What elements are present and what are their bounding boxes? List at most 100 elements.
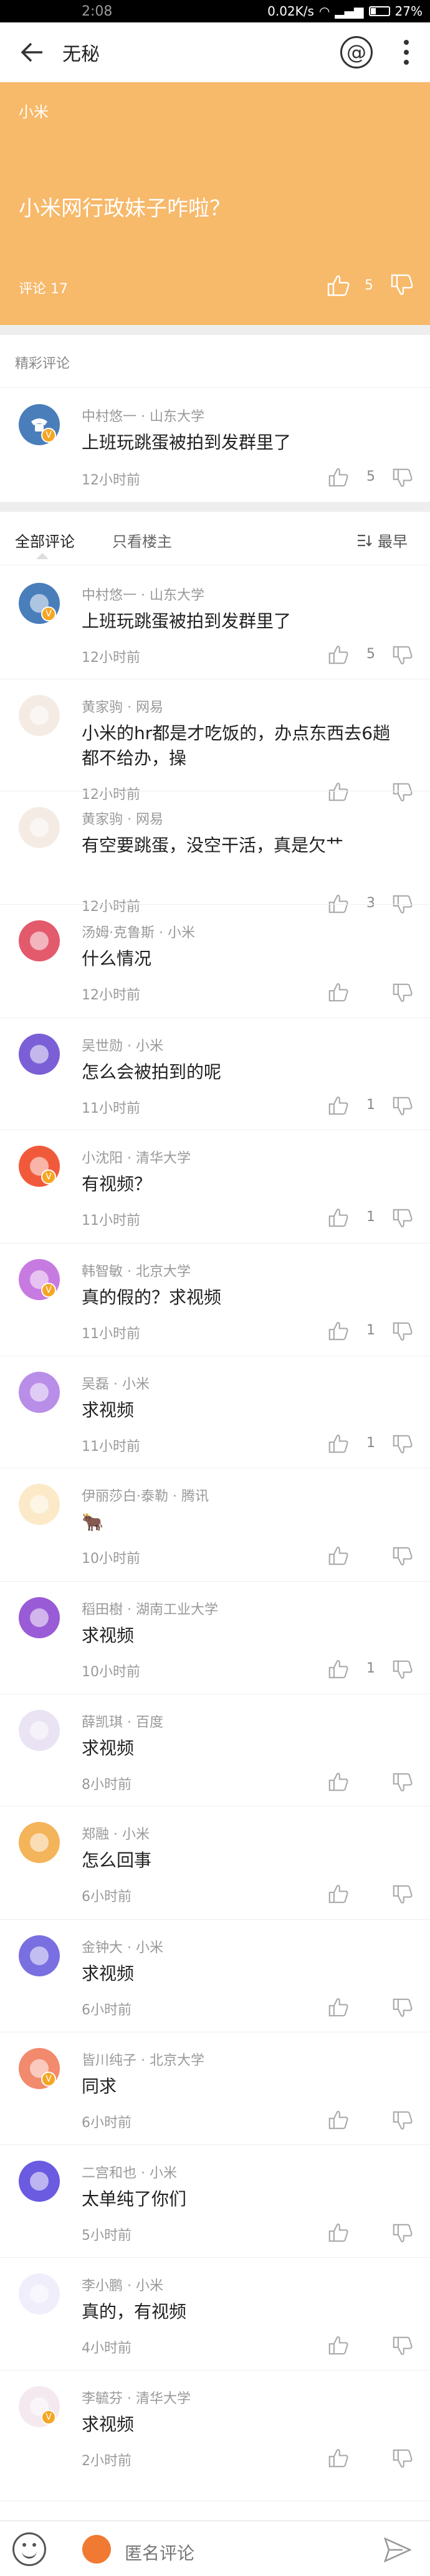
like-icon[interactable] <box>327 1659 350 1679</box>
bear-icon <box>30 1833 49 1852</box>
more-menu-button[interactable] <box>394 34 419 71</box>
like-icon[interactable] <box>327 2448 350 2468</box>
popsicle-icon <box>30 2285 49 2303</box>
dislike-icon[interactable] <box>391 2224 414 2243</box>
dislike-icon[interactable] <box>391 1885 414 1905</box>
sort-button[interactable]: 最早 <box>356 529 408 551</box>
dislike-icon[interactable] <box>391 1660 414 1680</box>
comment-item: 黄家驹 · 网易 有空要跳蛋，没空干活，真是欠艹 12小时前 3 <box>0 791 430 915</box>
like-icon[interactable] <box>327 1997 350 2017</box>
like-icon[interactable] <box>327 2335 350 2355</box>
comment-author: 薛凯琪 · 百度 <box>82 1715 163 1730</box>
comment-time: 8小时前 <box>82 1777 131 1793</box>
like-icon[interactable] <box>327 467 350 487</box>
comment-item: V 韩智敏 · 北京大学 真的假的？求视频 11小时前 1 <box>0 1243 430 1356</box>
comment-tabs: 全部评论 只看楼主 最早 <box>0 516 430 565</box>
section-divider <box>0 502 430 512</box>
dislike-icon[interactable] <box>391 1547 414 1567</box>
sort-icon <box>358 534 372 547</box>
dislike-icon[interactable] <box>391 1097 414 1116</box>
comment-text: 🐂 <box>82 1512 103 1532</box>
like-icon[interactable] <box>327 1772 350 1791</box>
tab-indicator <box>36 553 49 559</box>
comment-count: 评论 17 <box>19 281 68 297</box>
vip-badge: V <box>41 1169 56 1184</box>
avatar <box>19 2273 60 2314</box>
comment-time: 4小时前 <box>82 2341 131 2356</box>
comment-input[interactable]: 匿名评论 <box>125 2540 194 2565</box>
comment-item: V 小沈阳 · 清华大学 有视频？ 11小时前 1 <box>0 1130 430 1243</box>
dislike-icon[interactable] <box>391 468 414 488</box>
comment-time: 12小时前 <box>82 988 140 1003</box>
dislike-icon[interactable] <box>391 1435 414 1455</box>
like-icon[interactable] <box>327 1433 350 1453</box>
comment-author: 金钟大 · 小米 <box>82 1940 163 1956</box>
vip-badge: V <box>41 606 56 621</box>
comment-author: 小沈阳 · 清华大学 <box>82 1151 191 1166</box>
post-card: 小米 小米网行政妹子咋啦？ 评论 17 5 <box>0 82 430 325</box>
comment-text: 什么情况 <box>82 948 152 969</box>
back-button[interactable] <box>0 22 62 82</box>
vip-badge: V <box>41 2072 56 2087</box>
card-icon <box>30 1721 49 1740</box>
dislike-icon[interactable] <box>389 274 414 296</box>
comment-text: 求视频 <box>82 1625 135 1646</box>
like-icon[interactable] <box>327 644 350 664</box>
comment-time: 11小时前 <box>82 1213 140 1229</box>
like-icon[interactable] <box>327 2110 350 2130</box>
comment-text: 有视频？ <box>82 1174 152 1194</box>
dislike-icon[interactable] <box>391 2111 414 2131</box>
comment-author: 黄家驹 · 网易 <box>82 812 163 828</box>
comment-author: 二宫和也 · 小米 <box>82 2166 177 2181</box>
avatar <box>19 1597 60 1638</box>
like-icon[interactable] <box>327 1207 350 1227</box>
comment-author: 李小鹏 · 小米 <box>82 2278 163 2294</box>
comment-text: 求视频 <box>82 1738 135 1758</box>
like-icon[interactable] <box>327 1545 350 1565</box>
tab-op-only[interactable]: 只看楼主 <box>112 529 172 551</box>
post-question: 小米网行政妹子咋啦？ <box>19 196 231 221</box>
like-icon[interactable] <box>327 1095 350 1115</box>
section-divider <box>0 325 430 335</box>
comment-text: 小米的hr都是才吃饭的，办点东西去6趟都不给办，操 <box>82 723 391 768</box>
like-icon[interactable] <box>327 982 350 1002</box>
comment-text: 有空要跳蛋，没空干活，真是欠艹 <box>82 835 344 856</box>
dislike-icon[interactable] <box>391 1322 414 1342</box>
comment-author: 伊丽莎白·泰勒 · 腾讯 <box>82 1489 209 1504</box>
comment-author: 黄家驹 · 网易 <box>82 700 163 715</box>
back-arrow-icon <box>21 42 42 62</box>
dislike-icon[interactable] <box>391 1998 414 2018</box>
battery-percent: 27% <box>394 4 423 19</box>
like-icon[interactable] <box>327 1321 350 1341</box>
dislike-icon[interactable] <box>391 2449 414 2469</box>
status-right: 0.02K/s ◠ ▂▄▆ 27% <box>267 4 423 19</box>
dislike-icon[interactable] <box>391 1209 414 1229</box>
comment-author: 汤姆·克鲁斯 · 小米 <box>82 925 195 941</box>
status-bar: 2:08 0.02K/s ◠ ▂▄▆ 27% <box>0 0 430 22</box>
send-icon[interactable] <box>384 2537 411 2562</box>
dislike-icon[interactable] <box>391 983 414 1003</box>
network-speed: 0.02K/s <box>267 4 314 19</box>
status-time: 2:08 <box>82 3 113 19</box>
comment-time: 6小时前 <box>82 2115 131 2131</box>
dislike-icon[interactable] <box>391 1773 414 1793</box>
avatar <box>19 1034 60 1075</box>
comment-author: 皆川纯子 · 北京大学 <box>82 2053 204 2069</box>
mask-icon <box>30 932 49 950</box>
comment-composer: 匿名评论 <box>0 2521 430 2576</box>
avatar <box>19 807 60 848</box>
dislike-icon[interactable] <box>391 2336 414 2356</box>
comment-text: 求视频 <box>82 1400 135 1420</box>
comment-item: 伊丽莎白·泰勒 · 腾讯 🐂 10小时前 <box>0 1468 430 1581</box>
tab-all-comments[interactable]: 全部评论 <box>15 529 75 551</box>
like-icon[interactable] <box>327 2222 350 2242</box>
emoji-icon[interactable] <box>12 2532 46 2566</box>
mention-button[interactable]: @ <box>340 36 373 68</box>
dislike-icon[interactable] <box>391 646 414 666</box>
comment-item: 黄家驹 · 网易 小米的hr都是才吃饭的，办点东西去6趟都不给办，操 12小时前 <box>0 679 430 803</box>
like-icon[interactable] <box>327 1884 350 1904</box>
comment-time: 6小时前 <box>82 2003 131 2018</box>
comment-item: 郑融 · 小米 怎么回事 6小时前 <box>0 1806 430 1919</box>
like-icon[interactable] <box>326 274 351 296</box>
anonymous-avatar[interactable] <box>82 2535 111 2564</box>
